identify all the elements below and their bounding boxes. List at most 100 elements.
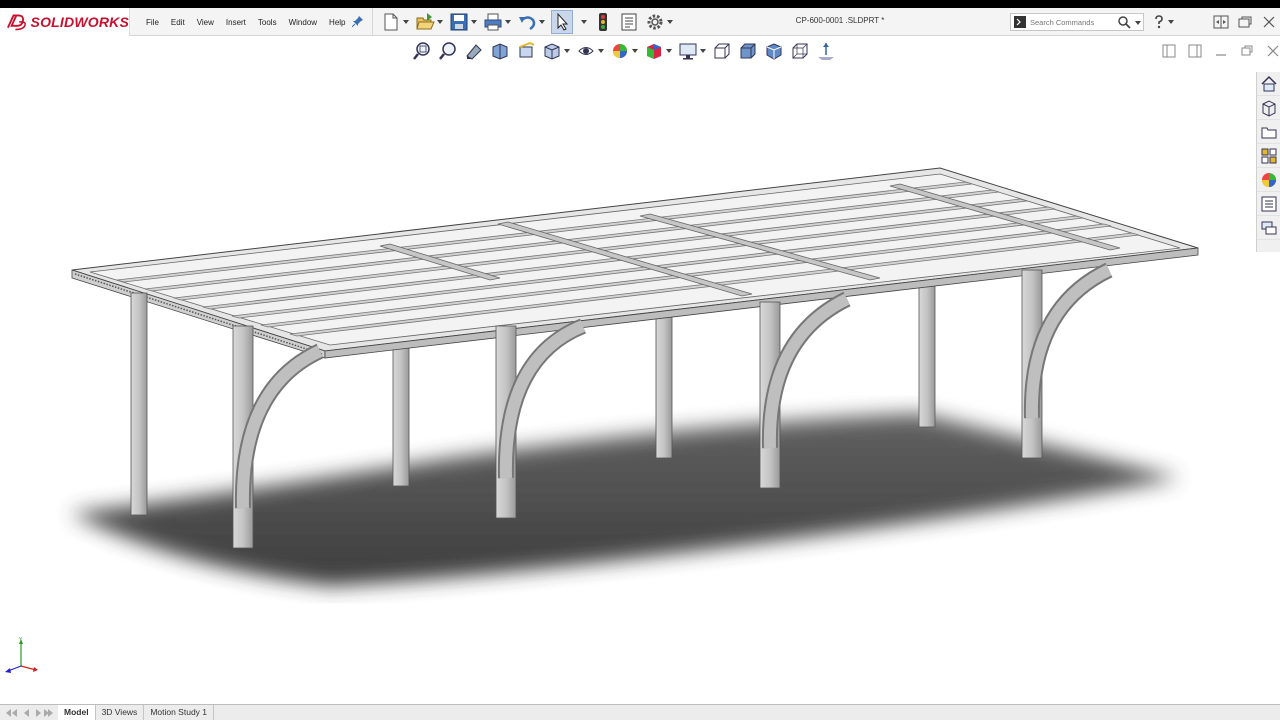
task-pane-appearances[interactable] xyxy=(1257,168,1280,192)
help-button[interactable] xyxy=(1152,13,1182,31)
chevron-down-icon[interactable] xyxy=(1168,19,1174,25)
menu-insert[interactable]: Insert xyxy=(220,18,252,27)
search-input[interactable] xyxy=(1030,17,1120,27)
doc-restore-button[interactable] xyxy=(1236,42,1258,60)
menu-help[interactable]: Help xyxy=(323,18,351,27)
select-icon xyxy=(557,12,569,31)
tab-scroll-arrows[interactable] xyxy=(0,705,58,720)
new-document-button[interactable] xyxy=(381,10,409,34)
chevron-down-icon[interactable] xyxy=(666,48,672,54)
zoom-to-fit-button[interactable] xyxy=(412,41,432,61)
close-button[interactable] xyxy=(1258,12,1280,32)
chevron-down-icon[interactable] xyxy=(598,48,604,54)
close-icon xyxy=(1267,45,1279,57)
task-pane xyxy=(1256,72,1280,252)
graphics-area[interactable] xyxy=(0,36,1256,704)
chevron-down-icon[interactable] xyxy=(564,48,570,54)
bottom-tab-bar: Model 3D Views Motion Study 1 xyxy=(0,704,1280,720)
ds-logo-icon xyxy=(7,14,26,31)
task-pane-view-palette[interactable] xyxy=(1257,144,1280,168)
forum-icon xyxy=(1261,221,1277,234)
menu-view[interactable]: View xyxy=(191,18,220,27)
chevron-down-icon[interactable] xyxy=(403,19,409,25)
apply-scene-button[interactable] xyxy=(644,41,672,61)
rebuild-button[interactable] xyxy=(593,10,613,34)
tab-model[interactable]: Model xyxy=(58,705,96,720)
open-icon xyxy=(416,13,435,30)
menu-window[interactable]: Window xyxy=(283,18,323,27)
doc-minimize-button[interactable] xyxy=(1210,42,1232,60)
dimension-arrow-button[interactable] xyxy=(816,41,836,61)
zoom-to-area-button[interactable] xyxy=(438,41,458,61)
pin-icon[interactable] xyxy=(352,15,364,27)
chevron-down-icon[interactable] xyxy=(437,19,443,25)
title-bar: SOLIDWORKS File Edit View Insert Tools W… xyxy=(0,8,1280,36)
chevron-down-icon[interactable] xyxy=(471,19,477,25)
menu-edit[interactable]: Edit xyxy=(165,18,191,27)
display-style-button[interactable] xyxy=(576,41,604,61)
print-button[interactable] xyxy=(483,10,511,34)
task-pane-file-explorer[interactable] xyxy=(1257,120,1280,144)
pane-left-button[interactable] xyxy=(1158,42,1180,60)
save-button[interactable] xyxy=(449,10,477,34)
chevron-down-icon[interactable] xyxy=(1135,20,1141,26)
previous-view-button[interactable] xyxy=(464,41,484,61)
monitor-icon xyxy=(679,43,697,60)
tab-3d-views[interactable]: 3D Views xyxy=(96,705,145,720)
view-settings-button[interactable] xyxy=(678,41,706,61)
appearances-icon xyxy=(1262,172,1276,187)
previous-view-icon xyxy=(466,44,482,60)
options-button[interactable] xyxy=(645,10,673,34)
maximize-button[interactable] xyxy=(1234,12,1256,32)
new-document-icon xyxy=(384,13,398,31)
open-button[interactable] xyxy=(415,10,443,34)
close-icon xyxy=(1263,16,1275,28)
file-properties-icon xyxy=(621,13,637,31)
pane-right-button[interactable] xyxy=(1184,42,1206,60)
zoom-to-fit-icon xyxy=(413,42,430,60)
display-style-icon xyxy=(578,47,594,55)
command-search-icon xyxy=(1014,16,1026,28)
chevron-down-icon[interactable] xyxy=(539,19,545,25)
task-pane-design-library[interactable] xyxy=(1257,96,1280,120)
gear-icon xyxy=(647,14,663,30)
chevron-down-icon[interactable] xyxy=(632,48,638,54)
chevron-down-icon[interactable] xyxy=(667,19,673,25)
wireframe-cube-button[interactable] xyxy=(790,41,810,61)
solidworks-logo[interactable]: SOLIDWORKS xyxy=(0,8,130,36)
menu-file[interactable]: File xyxy=(140,18,165,27)
document-title: CP-600-0001 .SLDPRT * xyxy=(795,16,885,25)
shaded-cube-button[interactable] xyxy=(738,41,758,61)
menu-tools[interactable]: Tools xyxy=(252,18,283,27)
shaded-cube-icon xyxy=(740,43,756,59)
file-properties-button[interactable] xyxy=(619,10,639,34)
print-icon xyxy=(484,13,502,31)
view-palette-icon xyxy=(1261,148,1277,163)
restore-split-button[interactable] xyxy=(1210,12,1232,32)
search-icon[interactable] xyxy=(1117,15,1131,29)
isometric-cube-button[interactable] xyxy=(764,41,784,61)
view-orientation-icon xyxy=(544,43,560,60)
apply-scene-icon xyxy=(647,44,661,59)
box-view-button[interactable] xyxy=(712,41,732,61)
task-pane-forum[interactable] xyxy=(1257,216,1280,240)
pane-right-icon xyxy=(1188,44,1202,58)
tab-navigation-icon xyxy=(6,708,53,717)
task-pane-home[interactable] xyxy=(1257,72,1280,96)
view-orientation-button[interactable] xyxy=(542,41,570,61)
edit-appearance-button[interactable] xyxy=(610,41,638,61)
doc-close-button[interactable] xyxy=(1262,42,1280,60)
chevron-down-icon[interactable] xyxy=(700,48,706,54)
svg-text:Y: Y xyxy=(19,637,23,643)
section-view-button[interactable] xyxy=(490,41,510,61)
select-button[interactable] xyxy=(551,10,573,34)
task-pane-custom-properties[interactable] xyxy=(1257,192,1280,216)
dynamic-annotation-button[interactable] xyxy=(516,41,536,61)
chevron-down-icon[interactable] xyxy=(581,19,587,25)
search-commands-box[interactable] xyxy=(1010,13,1144,31)
tab-motion-study[interactable]: Motion Study 1 xyxy=(144,705,215,720)
logo-text: SOLIDWORKS xyxy=(30,14,129,30)
restore-icon xyxy=(1238,16,1252,28)
chevron-down-icon[interactable] xyxy=(505,19,511,25)
undo-button[interactable] xyxy=(517,10,545,34)
